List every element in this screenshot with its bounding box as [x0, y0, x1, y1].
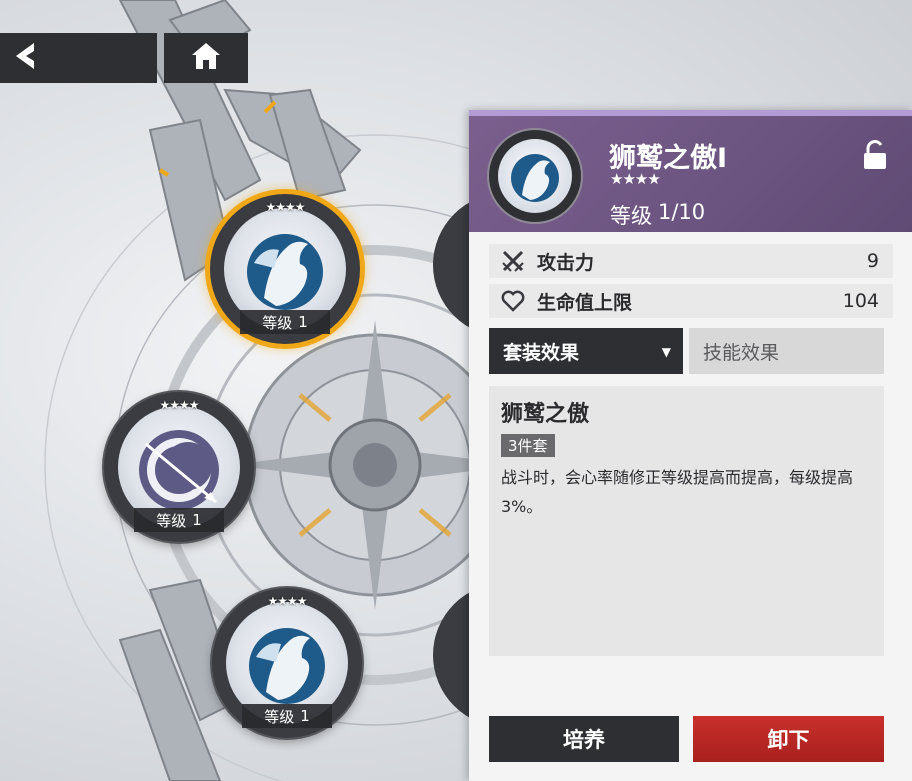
set-piece-badge: 3件套	[501, 434, 555, 457]
item-detail-panel: 狮鹫之傲I ★★★★ 等级 1/10 攻击力 9 生命值上限 104 套装效果 …	[469, 110, 912, 781]
caret-down-icon: ▼	[661, 345, 671, 359]
level-value: 1	[300, 707, 310, 725]
level-value: 1	[298, 313, 308, 331]
item-emblem	[489, 130, 581, 222]
crossed-swords-icon	[489, 249, 537, 273]
equipment-slot-top[interactable]: ★★★★ 等级 1	[210, 194, 360, 344]
equipment-slot-left[interactable]: ★★★★ 等级 1	[104, 392, 254, 542]
tab-skill-effect[interactable]: 技能效果	[689, 328, 884, 374]
level-label: 等级	[156, 511, 187, 530]
level-value: 1/10	[658, 200, 706, 224]
tab-set-effect[interactable]: 套装效果 ▼	[489, 328, 683, 374]
rarity-stars: ★★★★	[159, 398, 199, 412]
heart-icon	[489, 290, 537, 312]
level-tag: 等级 1	[242, 704, 332, 728]
stat-row-attack: 攻击力 9	[489, 244, 893, 278]
level-label: 等级	[262, 313, 293, 332]
chevron-left-icon	[12, 41, 38, 75]
tab-label: 技能效果	[703, 341, 780, 364]
rarity-stars: ★★★★	[267, 594, 307, 608]
unlock-icon[interactable]	[862, 140, 888, 170]
stat-label: 生命值上限	[537, 291, 633, 314]
panel-header: 狮鹫之傲I ★★★★ 等级 1/10	[469, 110, 912, 232]
item-level: 等级 1/10	[610, 200, 705, 230]
effect-description: 战斗时，会心率随修正等级提高而提高，每级提高3%。	[501, 468, 854, 516]
griffin-emblem-icon	[498, 139, 572, 213]
effect-description-box: 狮鹫之傲 3件套 战斗时，会心率随修正等级提高而提高，每级提高3%。	[489, 386, 884, 656]
effect-title: 狮鹫之傲	[501, 402, 590, 427]
home-icon	[190, 41, 222, 75]
train-button[interactable]: 培养	[489, 716, 679, 762]
stat-value: 104	[842, 290, 879, 312]
back-button[interactable]	[0, 33, 157, 83]
level-tag: 等级 1	[134, 508, 224, 532]
rarity-stars: ★★★★	[610, 170, 661, 188]
tab-label: 套装效果	[503, 341, 580, 364]
stat-label: 攻击力	[537, 251, 595, 274]
stat-row-hp: 生命值上限 104	[489, 284, 893, 318]
level-label: 等级	[610, 204, 652, 228]
unequip-button[interactable]: 卸下	[693, 716, 884, 762]
stat-value: 9	[866, 250, 879, 272]
level-value: 1	[192, 511, 202, 529]
level-tag: 等级 1	[240, 310, 330, 334]
level-label: 等级	[264, 707, 295, 726]
home-button[interactable]	[164, 33, 248, 83]
rarity-stars: ★★★★	[265, 200, 305, 214]
equipment-slot-bottom[interactable]: ★★★★ 等级 1	[212, 588, 362, 738]
